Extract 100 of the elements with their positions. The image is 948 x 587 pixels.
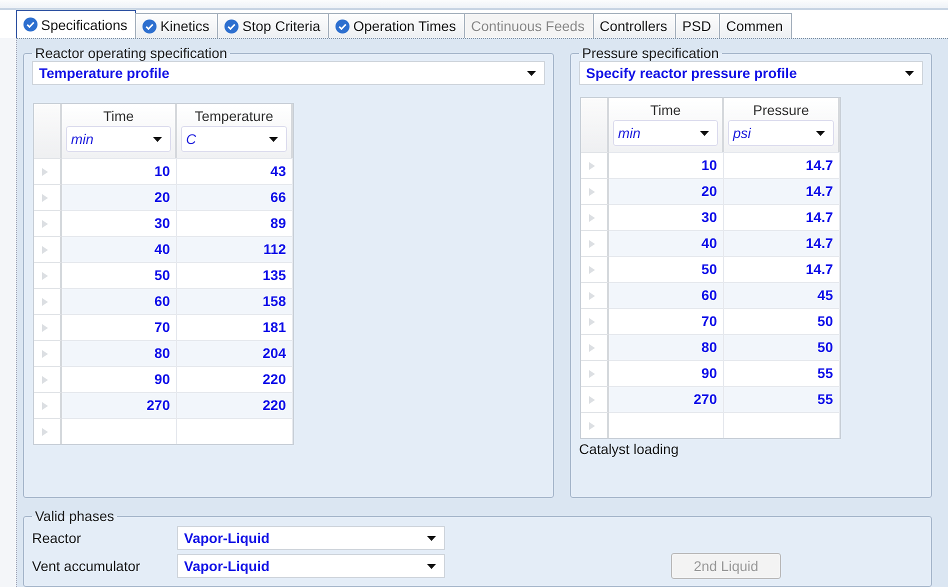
caret-icon [816, 130, 825, 136]
row-header[interactable] [581, 412, 609, 438]
row-header[interactable] [34, 366, 62, 392]
row-header[interactable] [581, 178, 609, 204]
table-cell[interactable]: 45 [724, 282, 840, 308]
table-cell[interactable]: 50 [609, 256, 724, 282]
table-cell[interactable]: 14.7 [724, 152, 840, 178]
table-cell[interactable]: 50 [724, 334, 840, 360]
row-header[interactable] [34, 158, 62, 184]
table-cell[interactable]: 30 [609, 204, 724, 230]
row-header[interactable] [34, 210, 62, 236]
tab[interactable]: Commen [719, 13, 792, 38]
row-header[interactable] [34, 418, 62, 444]
row-header[interactable] [581, 360, 609, 386]
caret-icon [905, 70, 914, 76]
table-cell[interactable]: 80 [62, 340, 177, 366]
table-cell[interactable]: 70 [609, 308, 724, 334]
table-cell[interactable]: 220 [177, 392, 293, 418]
row-header[interactable] [34, 340, 62, 366]
table-cell[interactable]: 220 [177, 366, 293, 392]
row-header[interactable] [581, 256, 609, 282]
table-cell[interactable]: 89 [177, 210, 293, 236]
row-header[interactable] [581, 308, 609, 334]
table-cell[interactable]: 204 [177, 340, 293, 366]
unit-dropdown[interactable]: min [613, 120, 718, 146]
table-cell[interactable]: 10 [62, 158, 177, 184]
table-cell[interactable] [62, 418, 177, 444]
row-pointer-icon [42, 220, 48, 228]
row-header[interactable] [581, 152, 609, 178]
table-cell[interactable]: 60 [609, 282, 724, 308]
table-cell[interactable]: 40 [609, 230, 724, 256]
table-cell[interactable]: 50 [62, 262, 177, 288]
row-header[interactable] [34, 392, 62, 418]
tab[interactable]: Operation Times [328, 13, 465, 38]
table-cell[interactable]: 20 [609, 178, 724, 204]
section-label: Catalyst loading [579, 441, 680, 457]
row-header[interactable] [34, 262, 62, 288]
table-cell[interactable]: 14.7 [724, 204, 840, 230]
table-cell[interactable]: 80 [609, 334, 724, 360]
table-cell[interactable]: 55 [724, 360, 840, 386]
row-header[interactable] [34, 184, 62, 210]
check-icon [335, 18, 350, 34]
table-cell[interactable] [177, 418, 293, 444]
tab[interactable]: PSD [675, 13, 720, 38]
table-cell[interactable] [724, 412, 840, 438]
table-cell[interactable]: 270 [62, 392, 177, 418]
row-pointer-icon [42, 272, 48, 280]
tab[interactable]: Stop Criteria [217, 13, 330, 38]
table-cell[interactable] [609, 412, 724, 438]
row-pointer-icon [589, 396, 595, 404]
spec-dropdown[interactable]: Specify reactor pressure profile [579, 61, 923, 85]
unit-dropdown[interactable]: psi [728, 120, 834, 146]
row-pointer-icon [42, 246, 48, 254]
row-pointer-icon [42, 324, 48, 332]
row-header[interactable] [581, 334, 609, 360]
row-header[interactable] [581, 230, 609, 256]
row-pointer-icon [42, 168, 48, 176]
row-header[interactable] [34, 288, 62, 314]
row-pointer-icon [589, 162, 595, 170]
table-cell[interactable]: 10 [609, 152, 724, 178]
tab[interactable]: Specifications [16, 10, 136, 38]
table-cell[interactable]: 14.7 [724, 178, 840, 204]
row-pointer-icon [589, 214, 595, 222]
table-cell[interactable]: 14.7 [724, 256, 840, 282]
table-cell[interactable]: 14.7 [724, 230, 840, 256]
table-cell[interactable]: 66 [177, 184, 293, 210]
table-cell[interactable]: 50 [724, 308, 840, 334]
phase-dropdown[interactable]: Vapor-Liquid [177, 554, 445, 578]
row-header[interactable] [581, 282, 609, 308]
table-cell[interactable]: 70 [62, 314, 177, 340]
row-header[interactable] [34, 314, 62, 340]
row-header[interactable] [581, 386, 609, 412]
table-cell[interactable]: 55 [724, 386, 840, 412]
row-pointer-icon [42, 428, 48, 436]
table-cell[interactable]: 270 [609, 386, 724, 412]
tab[interactable]: Controllers [592, 13, 676, 38]
unit-dropdown[interactable]: C [181, 126, 287, 152]
table-cell[interactable]: 30 [62, 210, 177, 236]
table-cell[interactable]: 112 [177, 236, 293, 262]
row-header[interactable] [581, 204, 609, 230]
table-cell[interactable]: 90 [62, 366, 177, 392]
row-header[interactable] [34, 236, 62, 262]
row-pointer-icon [42, 402, 48, 410]
table-cell[interactable]: 181 [177, 314, 293, 340]
table-cell[interactable]: 90 [609, 360, 724, 386]
table-cell[interactable]: 158 [177, 288, 293, 314]
row-pointer-icon [42, 298, 48, 306]
phase-dropdown[interactable]: Vapor-Liquid [177, 526, 445, 550]
table-cell[interactable]: 60 [62, 288, 177, 314]
table-cell[interactable]: 20 [62, 184, 177, 210]
row-pointer-icon [589, 422, 595, 430]
unit-dropdown[interactable]: min [66, 126, 171, 152]
table-cell[interactable]: 135 [177, 262, 293, 288]
tab[interactable]: Kinetics [135, 13, 218, 38]
spec-dropdown[interactable]: Temperature profile [32, 61, 545, 85]
row-pointer-icon [589, 318, 595, 326]
check-icon [142, 18, 158, 34]
group-title: Valid phases [34, 508, 116, 524]
table-cell[interactable]: 43 [177, 158, 293, 184]
table-cell[interactable]: 40 [62, 236, 177, 262]
